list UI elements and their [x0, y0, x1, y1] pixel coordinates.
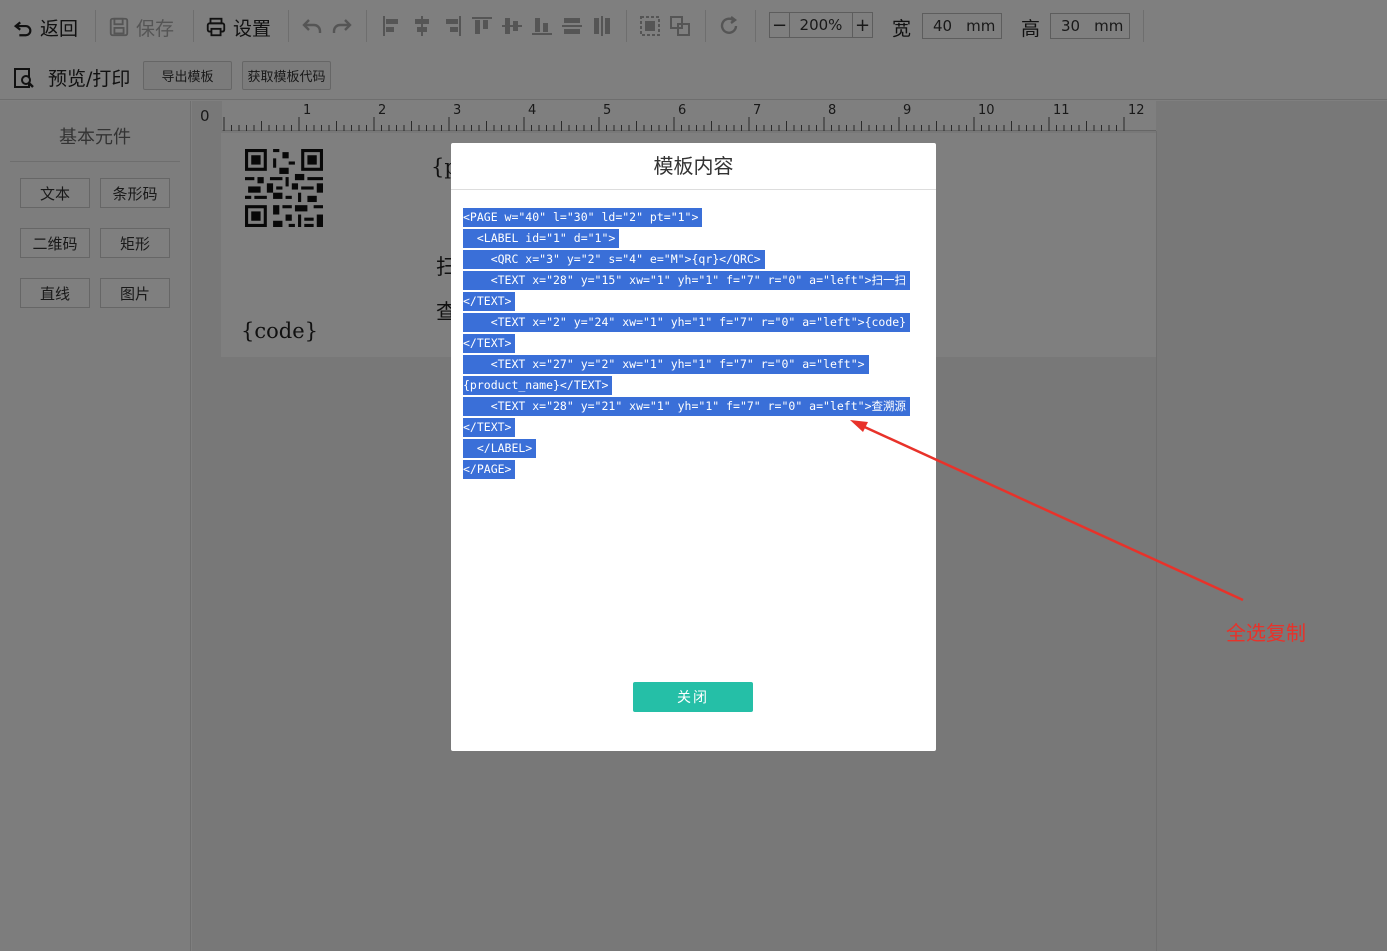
annotation-select-all-copy: 全选复制	[1226, 621, 1306, 645]
annotation-arrow	[850, 420, 1244, 602]
